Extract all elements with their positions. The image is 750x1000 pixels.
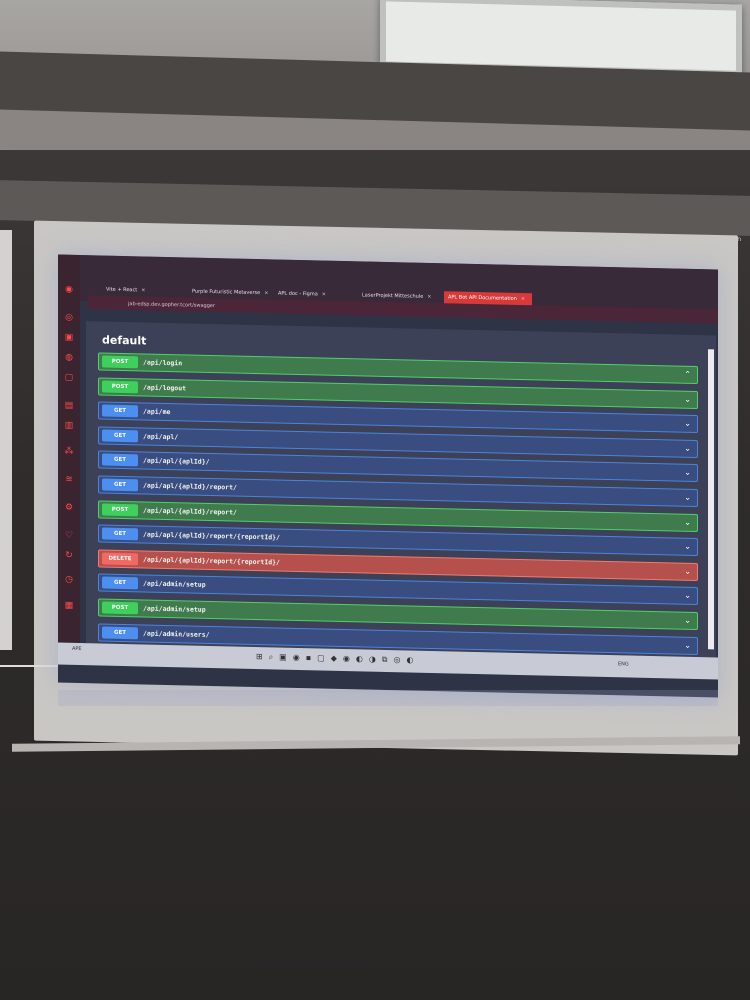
browser-tab[interactable]: APL Bot API Documentation × [444,291,532,306]
close-tab-icon[interactable]: × [141,287,145,293]
chevron-down-icon[interactable]: ⌄ [684,590,691,602]
method-badge: GET [102,527,138,541]
home-icon[interactable]: ◎ [64,313,74,323]
close-tab-icon[interactable]: × [521,296,525,302]
close-tab-icon[interactable]: × [322,291,326,297]
chevron-down-icon[interactable]: ⌄ [684,492,691,504]
endpoint-path: /api/apl/{aplId}/ [143,456,210,467]
clock-icon[interactable]: ◷ [64,575,74,585]
method-badge: POST [102,601,138,615]
projected-display: jab-edsp.dev.gopher.tcort/swagger Vite +… [58,254,718,698]
chevron-down-icon[interactable]: ⌄ [684,541,691,553]
chevron-down-icon[interactable]: ⌄ [684,639,691,651]
chevron-down-icon[interactable]: ⌄ [684,443,691,455]
browser-tab[interactable]: Purple Futuristic Metaverse × [188,285,276,299]
method-badge: GET [102,576,138,590]
cable [0,665,60,679]
downloads-icon[interactable]: ▦ [64,601,74,611]
method-badge: GET [102,626,138,639]
tab-label: APL Bot API Documentation [448,294,517,302]
method-badge: GET [102,404,138,418]
taskbar-weather[interactable]: APE [72,646,82,652]
wall-post [0,230,12,650]
projector-spill [58,690,718,706]
chevron-down-icon[interactable]: ⌄ [684,516,691,528]
browser-tab[interactable]: Vite + React × [102,284,190,298]
method-badge: POST [102,503,138,516]
heart-icon[interactable]: ♡ [64,531,74,541]
image-icon[interactable]: ▥ [64,421,74,431]
method-badge: POST [102,380,138,393]
endpoint-path: /api/apl/{aplId}/report/{reportId}/ [143,555,280,567]
endpoint-path: /api/logout [143,383,187,393]
method-badge: DELETE [102,552,138,566]
method-badge: POST [102,355,138,369]
browser-tab[interactable]: LaserProjekt Mitteschule × [358,289,446,303]
endpoint-path: /api/me [143,407,171,417]
endpoint-path: /api/login [143,358,183,368]
tab-label: APL doc - Figma [278,290,318,298]
close-tab-icon[interactable]: × [264,290,268,296]
tab-label: LaserProjekt Mitteschule [362,292,424,300]
history-icon[interactable]: ↻ [64,551,74,561]
endpoint-path: /api/admin/setup [143,604,206,614]
taskbar-app-icons[interactable]: ⊞⌕▣◉▪▢◆◉◐◑⧉◎◐ [256,652,419,666]
tab-label: Vite + React [106,286,138,294]
method-badge: GET [102,478,138,492]
taskbar-language[interactable]: ENG [618,661,629,667]
endpoint-path: /api/apl/{aplId}/report/{reportId}/ [143,530,280,542]
endpoint-path: /api/apl/{aplId}/report/ [143,481,237,492]
method-badge: GET [102,429,138,443]
endpoint-path: /api/apl/{aplId}/report/ [143,506,237,517]
bag-icon[interactable]: ▣ [64,333,74,343]
chevron-down-icon[interactable]: ⌄ [684,615,691,627]
chevron-up-icon[interactable]: ⌃ [684,369,691,381]
scrollbar[interactable] [708,349,714,650]
endpoint-path: /api/admin/users/ [143,629,210,639]
messenger-icon[interactable]: ◍ [64,353,74,363]
chevron-down-icon[interactable]: ⌄ [684,467,691,479]
active-app-icon[interactable]: ▤ [64,401,74,411]
close-tab-icon[interactable]: × [427,294,431,300]
section-title[interactable]: default [102,334,146,348]
opera-logo-icon[interactable]: ◉ [64,285,74,295]
chevron-down-icon[interactable]: ⌄ [684,418,691,430]
settings-icon[interactable]: ⚙ [64,503,74,513]
chevron-down-icon[interactable]: ⌄ [684,393,691,405]
instagram-icon[interactable]: ▢ [64,373,74,383]
chevron-down-icon[interactable]: ⌄ [684,566,691,578]
browser-sidebar: ◉ ◎ ▣ ◍ ▢ ▤ ▥ ⁂ ≋ ⚙ ♡ ↻ ◷ ▦ [58,254,80,644]
browser-tab[interactable]: APL doc - Figma × [274,287,360,301]
endpoint-path: /api/apl/ [143,432,179,442]
flow-icon[interactable]: ⁂ [64,447,74,457]
wifi-icon[interactable]: ≋ [64,475,74,485]
endpoint-path: /api/admin/setup [143,579,206,590]
tab-label: Purple Futuristic Metaverse [192,288,261,297]
method-badge: GET [102,453,138,467]
